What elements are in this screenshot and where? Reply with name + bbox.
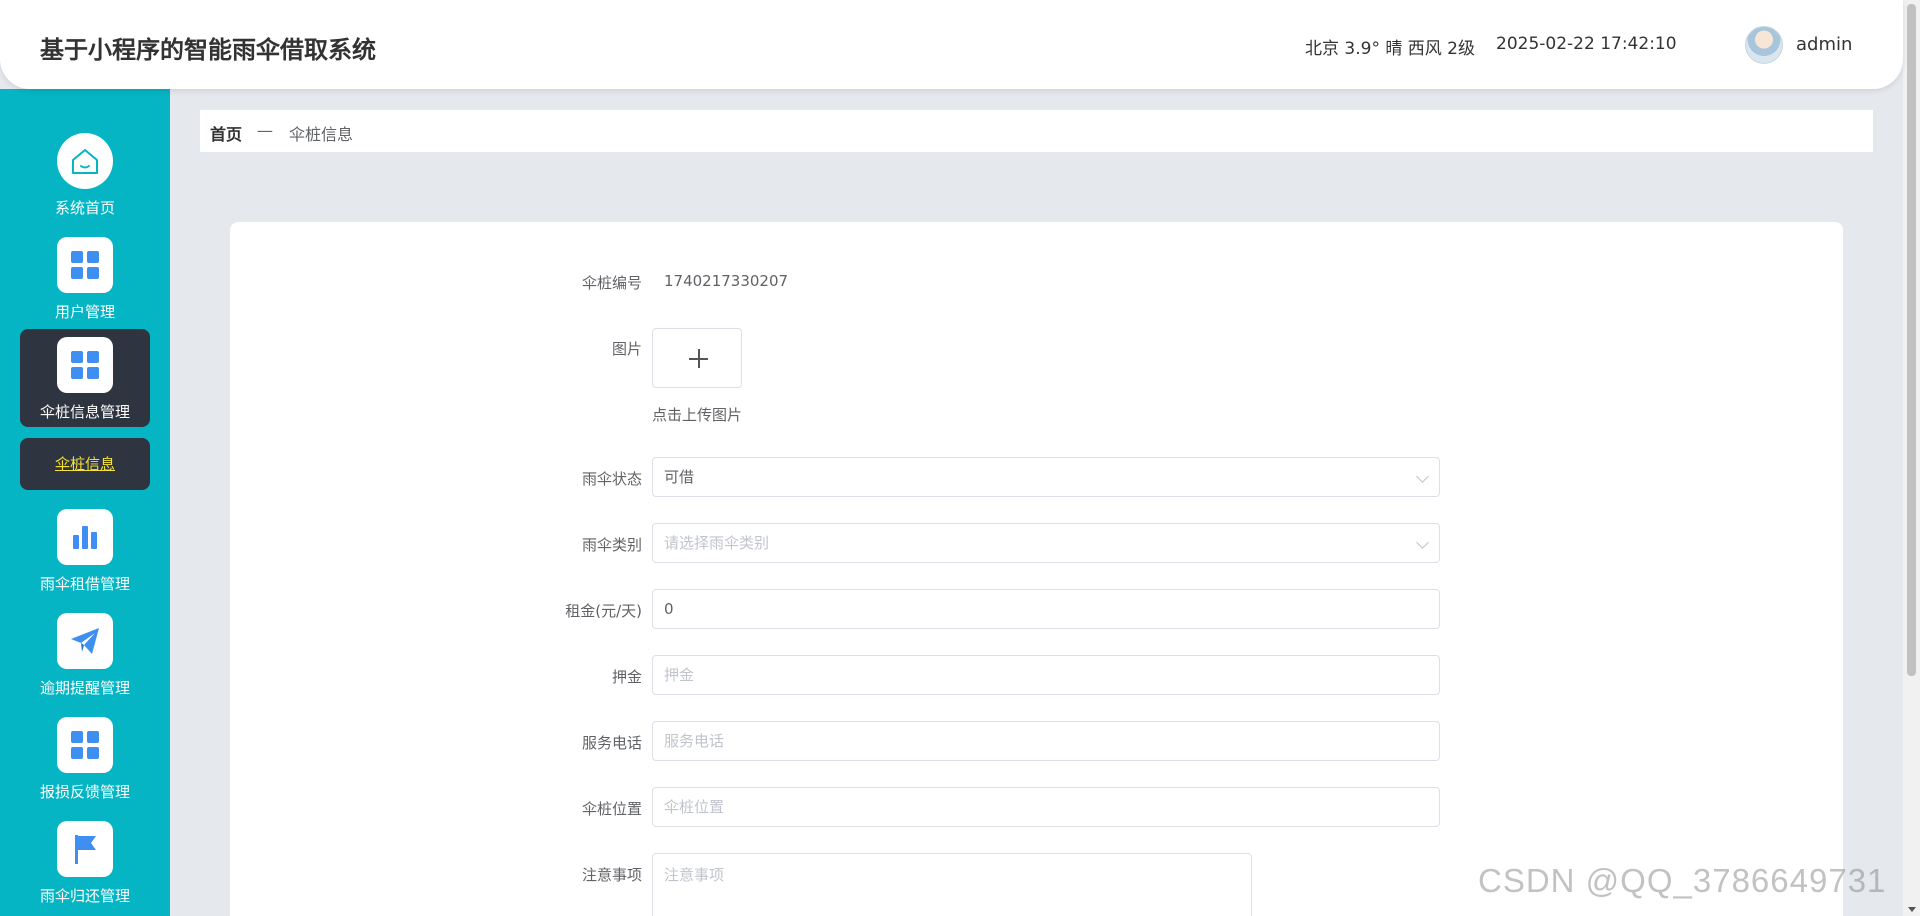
username[interactable]: admin (1796, 34, 1852, 55)
image-upload-button[interactable] (652, 328, 742, 388)
notes-label: 注意事项 (581, 866, 642, 884)
app-title: 基于小程序的智能雨伞借取系统 (40, 36, 376, 64)
rent-label: 租金(元/天) (565, 602, 642, 620)
watermark: CSDN @QQ_3786649731 (1478, 862, 1887, 899)
breadcrumb-separator: — (257, 121, 273, 140)
station-location-label: 伞桩位置 (581, 800, 642, 818)
chevron-down-icon (1416, 536, 1429, 549)
umbrella-category-label: 雨伞类别 (581, 536, 642, 554)
submenu-item-label: 伞桩信息 (54, 455, 115, 473)
sidebar-item-label: 报损反馈管理 (39, 783, 130, 801)
avatar[interactable] (1745, 26, 1783, 64)
rent-input[interactable] (652, 589, 1440, 629)
sidebar-item-label: 逾期提醒管理 (39, 679, 130, 697)
submenu-item-station-info[interactable]: 伞桩信息 (20, 438, 150, 490)
sidebar-item-label: 雨伞归还管理 (39, 887, 130, 905)
sidebar-item-damage-feedback[interactable]: 报损反馈管理 (20, 709, 150, 807)
image-label: 图片 (611, 340, 642, 358)
sidebar-item-overdue-reminder[interactable]: 逾期提醒管理 (20, 605, 150, 703)
scroll-down-arrow-icon[interactable] (1908, 907, 1916, 912)
top-header: 基于小程序的智能雨伞借取系统 北京 3.9° 晴 西风 2级 2025-02-2… (0, 0, 1903, 89)
sidebar-item-label: 系统首页 (54, 199, 115, 217)
grid-icon (57, 337, 113, 393)
paper-plane-icon (57, 613, 113, 669)
service-phone-label: 服务电话 (581, 734, 642, 752)
weather-info: 北京 3.9° 晴 西风 2级 (1305, 39, 1475, 59)
breadcrumb: 首页 — 伞桩信息 (200, 110, 1873, 152)
umbrella-status-label: 雨伞状态 (581, 470, 642, 488)
sidebar-item-home[interactable]: 系统首页 (20, 125, 150, 223)
sidebar-item-station-management[interactable]: 伞桩信息管理 (20, 329, 150, 427)
bar-chart-icon (57, 509, 113, 565)
grid-icon (57, 717, 113, 773)
umbrella-category-select[interactable]: 请选择雨伞类别 (652, 523, 1440, 563)
breadcrumb-current: 伞桩信息 (289, 125, 354, 144)
current-datetime: 2025-02-22 17:42:10 (1496, 34, 1677, 54)
grid-icon (57, 237, 113, 293)
sidebar-item-return-management[interactable]: 雨伞归还管理 (20, 813, 150, 911)
station-no-value: 1740217330207 (664, 272, 789, 290)
sidebar-item-label: 雨伞租借管理 (39, 575, 130, 593)
home-icon (57, 133, 113, 189)
station-location-input[interactable] (652, 787, 1440, 827)
service-phone-input[interactable] (652, 721, 1440, 761)
sidebar-item-users[interactable]: 用户管理 (20, 229, 150, 327)
sidebar-item-label: 用户管理 (54, 303, 115, 321)
vertical-scrollbar[interactable] (1903, 0, 1920, 916)
breadcrumb-home[interactable]: 首页 (210, 121, 242, 145)
chevron-down-icon (1416, 470, 1429, 483)
sidebar-item-rental-management[interactable]: 雨伞租借管理 (20, 501, 150, 599)
umbrella-status-value: 可借 (664, 468, 695, 486)
flag-icon (57, 821, 113, 877)
deposit-label: 押金 (611, 668, 642, 686)
umbrella-status-select[interactable]: 可借 (652, 457, 1440, 497)
notes-textarea[interactable] (652, 853, 1252, 916)
umbrella-category-placeholder: 请选择雨伞类别 (664, 534, 770, 552)
upload-tip: 点击上传图片 (652, 406, 743, 424)
sidebar: 系统首页 用户管理 伞桩信息管理 伞桩信息 雨伞租借管理 逾期提醒管理 报损反馈… (0, 89, 170, 916)
sidebar-item-label: 伞桩信息管理 (39, 403, 130, 421)
station-no-label: 伞桩编号 (581, 274, 642, 292)
deposit-input[interactable] (652, 655, 1440, 695)
scrollbar-thumb[interactable] (1907, 4, 1916, 676)
